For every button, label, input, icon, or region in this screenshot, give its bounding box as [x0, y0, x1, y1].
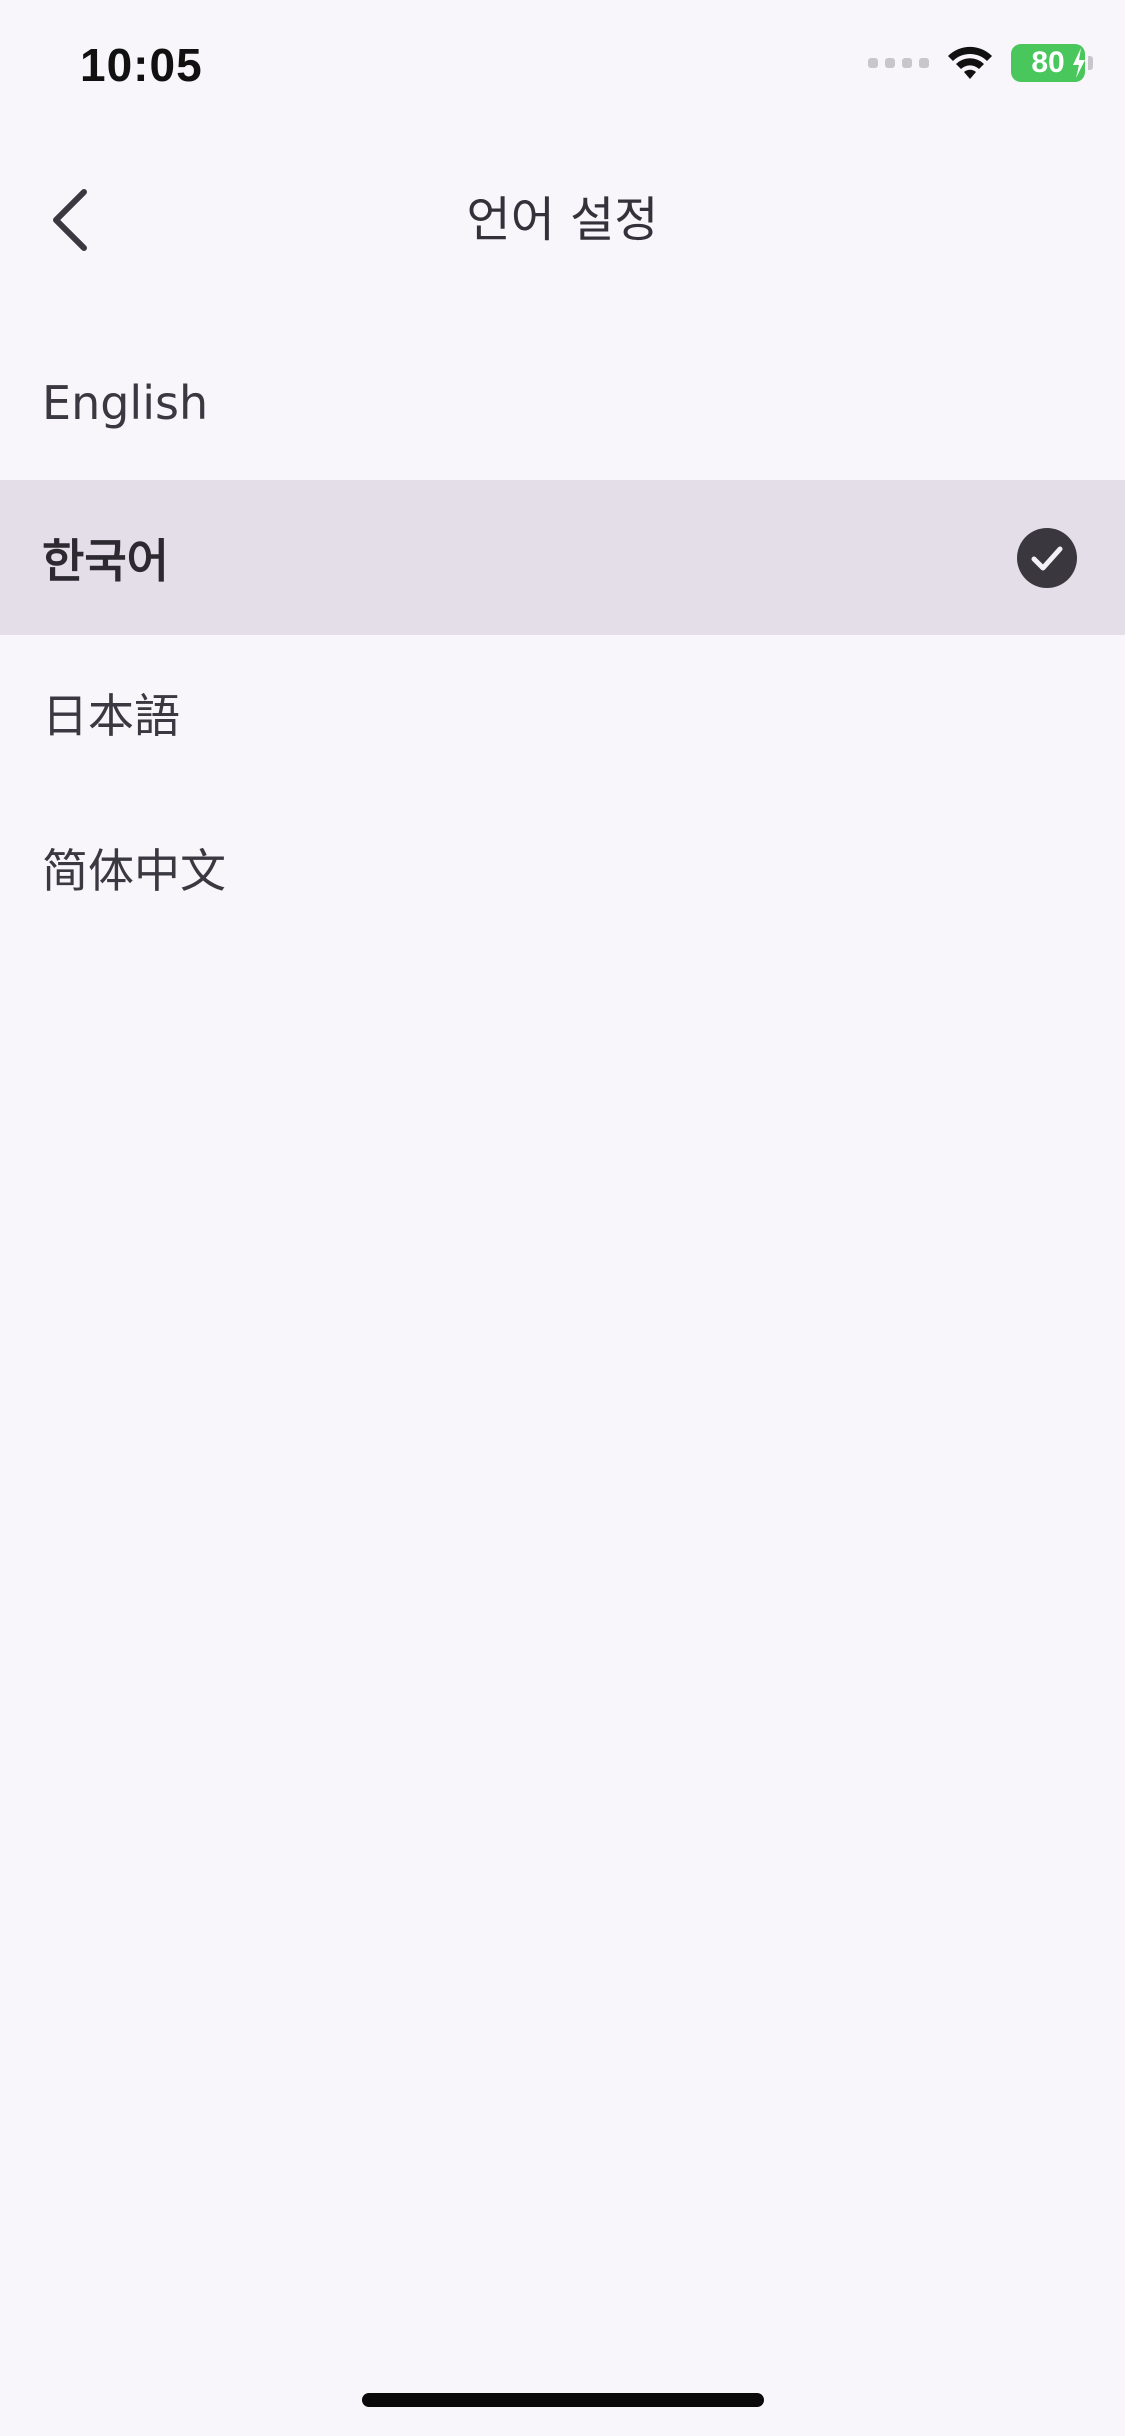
language-item-simplified-chinese[interactable]: 简体中文	[0, 790, 1125, 945]
battery-icon: 80	[1011, 44, 1093, 82]
language-item-japanese[interactable]: 日本語	[0, 635, 1125, 790]
language-item-korean[interactable]: 한국어	[0, 480, 1125, 635]
charging-bolt-icon	[1073, 48, 1085, 78]
language-label: 한국어	[42, 533, 169, 588]
status-indicators: 80	[868, 44, 1093, 82]
language-label: 简体中文	[42, 843, 226, 898]
page-title: 언어 설정	[466, 192, 659, 248]
language-item-english[interactable]: English	[0, 325, 1125, 480]
home-indicator[interactable]	[362, 2393, 764, 2407]
wifi-icon	[947, 45, 993, 81]
battery-level: 80	[1031, 46, 1065, 79]
status-time: 10:05	[80, 39, 203, 91]
language-label: 日本語	[42, 688, 180, 743]
header: 언어 설정	[0, 150, 1125, 280]
status-bar: 10:05 80	[0, 0, 1125, 140]
language-label: English	[42, 375, 209, 430]
checkmark-circle-icon	[1017, 527, 1077, 588]
language-list: English 한국어 日本語 简体中文	[0, 325, 1125, 945]
signal-dots-icon	[868, 58, 929, 68]
